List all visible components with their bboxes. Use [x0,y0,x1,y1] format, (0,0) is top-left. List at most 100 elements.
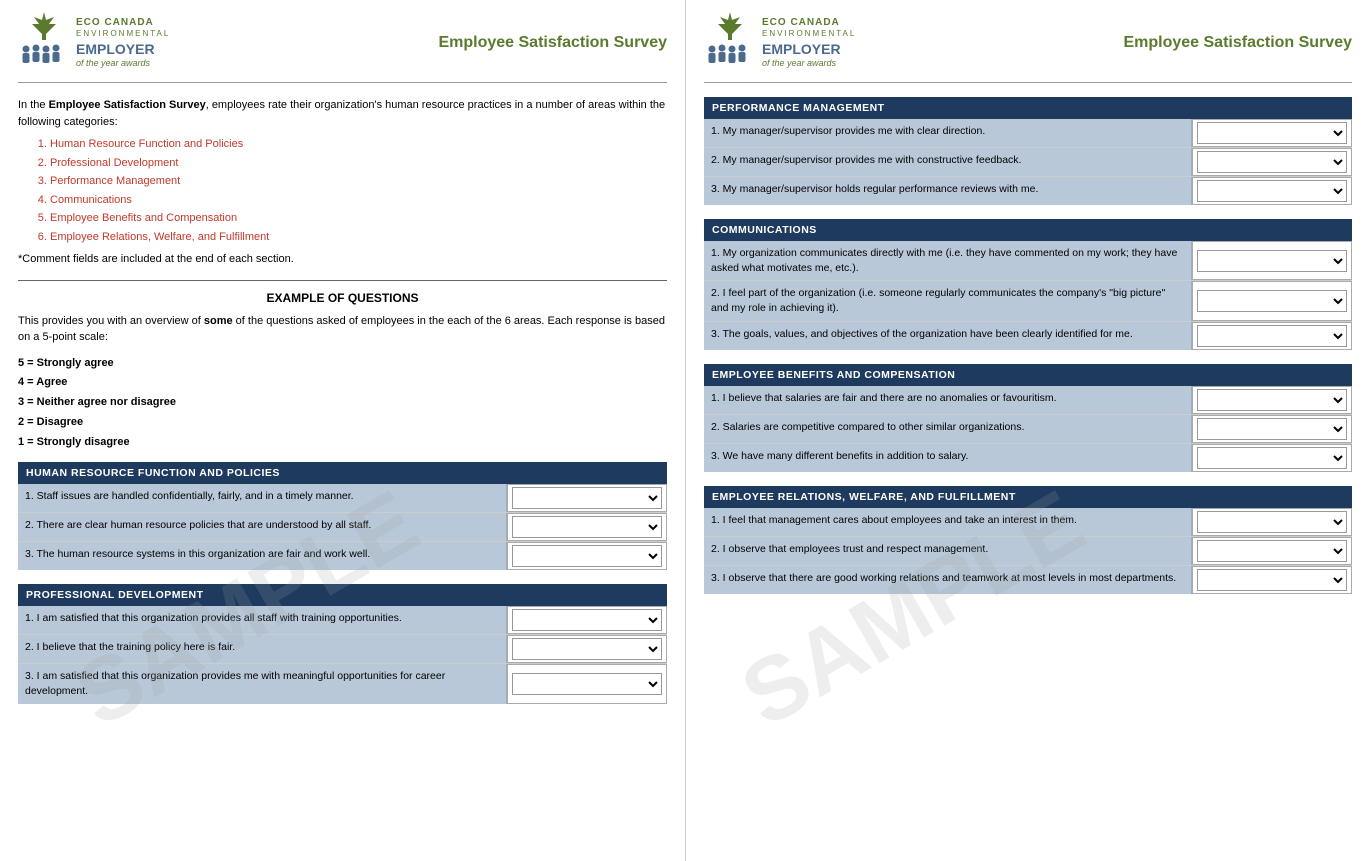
answer-select[interactable] [1197,325,1347,347]
question-text: 2. I observe that employees trust and re… [704,537,1192,565]
section-hr: HUMAN RESOURCE FUNCTION AND POLICIES 1. … [18,462,667,570]
question-row: 3. I observe that there are good working… [704,566,1352,594]
left-brand-env: ENVIRONMENTAL [76,29,170,39]
question-dropdown[interactable] [1192,566,1352,594]
question-text: 3. I observe that there are good working… [704,566,1192,594]
question-dropdown[interactable] [507,542,667,570]
question-dropdown[interactable] [1192,444,1352,472]
answer-select[interactable] [1197,418,1347,440]
scale-item: 4 = Agree [18,373,667,393]
question-row: 3. My manager/supervisor holds regular p… [704,177,1352,205]
right-logo-icon [704,12,756,74]
question-dropdown[interactable] [507,513,667,541]
answer-select[interactable] [1197,151,1347,173]
section-profdev: PROFESSIONAL DEVELOPMENT 1. I am satisfi… [18,584,667,703]
answer-select[interactable] [1197,569,1347,591]
question-dropdown[interactable] [507,484,667,512]
question-dropdown[interactable] [1192,148,1352,176]
question-row: 2. I believe that the training policy he… [18,635,667,664]
right-logo: ECO CANADA ENVIRONMENTAL EMPLOYER of the… [704,12,856,74]
question-row: 3. The goals, values, and objectives of … [704,322,1352,350]
scale-item: 1 = Strongly disagree [18,433,667,453]
answer-select[interactable] [1197,290,1347,312]
section-perfmgmt-header: PERFORMANCE MANAGEMENT [704,97,1352,119]
right-logo-text: ECO CANADA ENVIRONMENTAL EMPLOYER of the… [762,16,856,69]
question-text: 2. Salaries are competitive compared to … [704,415,1192,443]
question-dropdown[interactable] [1192,386,1352,414]
left-brand-eco: ECO CANADA [76,16,170,29]
intro-bold: Employee Satisfaction Survey [49,99,206,111]
answer-select[interactable] [1197,250,1347,272]
question-row: 2. I observe that employees trust and re… [704,537,1352,566]
question-text: 2. There are clear human resource polici… [18,513,507,541]
answer-select[interactable] [1197,447,1347,469]
scale-item: 5 = Strongly agree [18,354,667,374]
answer-select[interactable] [1197,540,1347,562]
question-text: 1. My manager/supervisor provides me wit… [704,119,1192,147]
left-logo: ECO CANADA ENVIRONMENTAL EMPLOYER of the… [18,12,170,74]
right-header: ECO CANADA ENVIRONMENTAL EMPLOYER of the… [704,12,1352,83]
question-text: 1. My organization communicates directly… [704,241,1192,280]
question-row: 1. I believe that salaries are fair and … [704,386,1352,415]
example-bold: some [204,315,233,327]
answer-select[interactable] [512,487,662,509]
answer-select[interactable] [512,673,662,695]
answer-select[interactable] [1197,389,1347,411]
section-benefits: EMPLOYEE BENEFITS AND COMPENSATION 1. I … [704,364,1352,472]
question-row: 2. There are clear human resource polici… [18,513,667,542]
list-item: Employee Benefits and Compensation [50,210,667,227]
left-logo-icon [18,12,70,74]
list-item: Professional Development [50,155,667,172]
section-benefits-header: EMPLOYEE BENEFITS AND COMPENSATION [704,364,1352,386]
list-item: Human Resource Function and Policies [50,136,667,153]
scale-item: 2 = Disagree [18,413,667,433]
question-row: 1. I am satisfied that this organization… [18,606,667,635]
question-dropdown[interactable] [1192,322,1352,350]
question-dropdown[interactable] [1192,281,1352,320]
left-divider [18,280,667,281]
answer-select[interactable] [1197,122,1347,144]
question-dropdown[interactable] [507,664,667,703]
question-row: 3. We have many different benefits in ad… [704,444,1352,472]
question-dropdown[interactable] [1192,241,1352,280]
question-text: 2. I feel part of the organization (i.e.… [704,281,1192,320]
question-row: 2. I feel part of the organization (i.e.… [704,281,1352,321]
question-row: 1. Staff issues are handled confidential… [18,484,667,513]
list-item: Performance Management [50,173,667,190]
example-intro: This provides you with an overview of so… [18,313,667,346]
answer-select[interactable] [512,609,662,631]
section-communications-header: COMMUNICATIONS [704,219,1352,241]
answer-select[interactable] [1197,511,1347,533]
question-row: 3. The human resource systems in this or… [18,542,667,570]
answer-select[interactable] [512,516,662,538]
section-perfmgmt: PERFORMANCE MANAGEMENT 1. My manager/sup… [704,97,1352,205]
question-text: 1. Staff issues are handled confidential… [18,484,507,512]
categories-list: Human Resource Function and Policies Pro… [50,136,667,245]
question-text: 3. I am satisfied that this organization… [18,664,507,703]
question-text: 1. I believe that salaries are fair and … [704,386,1192,414]
question-row: 2. My manager/supervisor provides me wit… [704,148,1352,177]
left-brand-employer: EMPLOYER [76,40,170,58]
question-dropdown[interactable] [1192,177,1352,205]
question-row: 1. I feel that management cares about em… [704,508,1352,537]
question-row: 2. Salaries are competitive compared to … [704,415,1352,444]
section-hr-header: HUMAN RESOURCE FUNCTION AND POLICIES [18,462,667,484]
question-text: 3. We have many different benefits in ad… [704,444,1192,472]
right-brand-employer: EMPLOYER [762,40,856,58]
question-dropdown[interactable] [1192,508,1352,536]
section-communications: COMMUNICATIONS 1. My organization commun… [704,219,1352,350]
question-dropdown[interactable] [1192,119,1352,147]
answer-select[interactable] [512,545,662,567]
section-profdev-header: PROFESSIONAL DEVELOPMENT [18,584,667,606]
list-item: Communications [50,192,667,209]
question-dropdown[interactable] [1192,415,1352,443]
right-brand-env: ENVIRONMENTAL [762,29,856,39]
question-text: 3. The goals, values, and objectives of … [704,322,1192,350]
question-dropdown[interactable] [1192,537,1352,565]
question-dropdown[interactable] [507,606,667,634]
answer-select[interactable] [512,638,662,660]
question-row: 1. My organization communicates directly… [704,241,1352,281]
question-text: 3. The human resource systems in this or… [18,542,507,570]
answer-select[interactable] [1197,180,1347,202]
question-dropdown[interactable] [507,635,667,663]
